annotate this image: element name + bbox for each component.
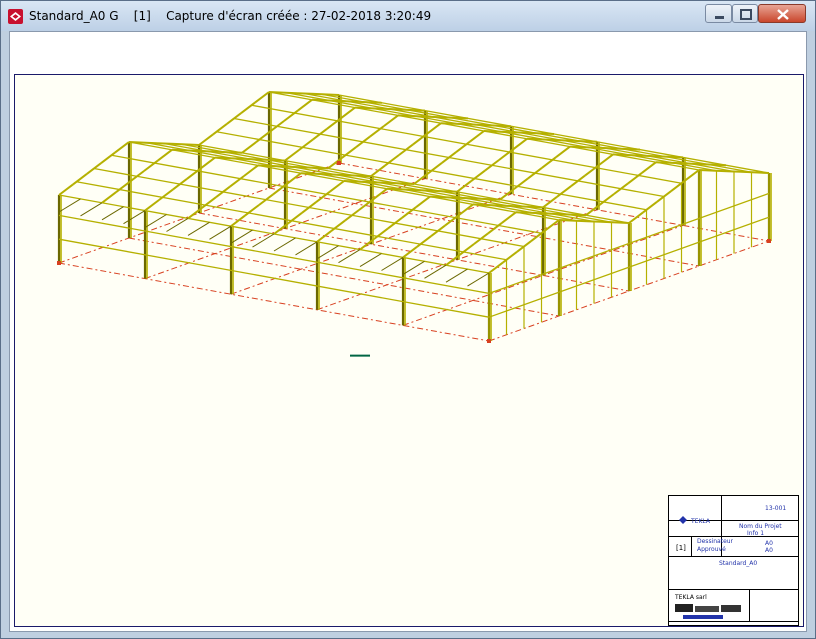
approved-label: Approuvé [697, 546, 726, 553]
project-label: Nom du Projet [739, 523, 782, 530]
project-info: Info 1 [747, 530, 765, 537]
tekla-app-icon [8, 9, 23, 24]
revision-id: A0 [765, 547, 773, 554]
drawing-number: 13-001 [765, 505, 787, 512]
close-icon [777, 9, 789, 20]
title-block-divider [669, 621, 798, 622]
tekla-logo: TEKLA [679, 516, 711, 525]
client-area: TEKLA 13-001 Nom du Projet Info 1 [1] De… [9, 31, 807, 632]
minimize-icon [715, 16, 724, 19]
title-block-divider [669, 536, 798, 537]
title-block-divider [669, 556, 798, 557]
model-viewport[interactable]: TEKLA 13-001 Nom du Projet Info 1 [1] De… [14, 74, 804, 627]
app-window: Standard_A0 G [1] Capture d'écran créée … [0, 0, 816, 639]
footer-text: TEKLA sarl [675, 594, 707, 601]
title-block: TEKLA 13-001 Nom du Projet Info 1 [1] De… [668, 495, 799, 626]
sheet-mark: [1] [676, 544, 686, 552]
svg-text:TEKLA: TEKLA [690, 518, 711, 525]
minimize-button[interactable] [705, 4, 732, 23]
title-block-divider [749, 589, 750, 622]
title-block-divider [691, 536, 692, 557]
drawing-name: Standard_A0 [719, 560, 758, 567]
close-button[interactable] [758, 4, 806, 23]
designer-label: Dessinateur [697, 538, 734, 545]
maximize-icon [740, 9, 752, 20]
revision-mark: A0 [765, 540, 773, 547]
tekla-stamp-icon [675, 604, 741, 619]
maximize-button[interactable] [732, 4, 758, 23]
window-title: Standard_A0 G [1] Capture d'écran créée … [29, 9, 432, 23]
title-bar[interactable]: Standard_A0 G [1] Capture d'écran créée … [1, 1, 815, 31]
title-block-divider [669, 589, 798, 590]
